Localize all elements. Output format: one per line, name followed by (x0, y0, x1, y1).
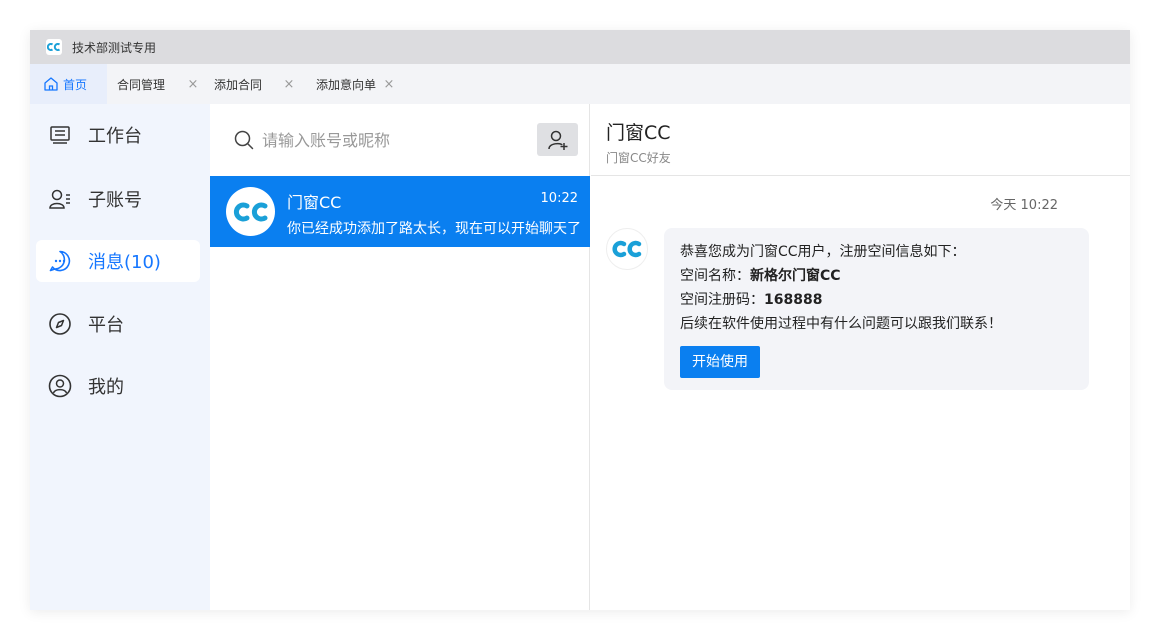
message-bubble: 恭喜您成为门窗CC用户，注册空间信息如下： 空间名称：新格尔门窗CC 空间注册码… (664, 228, 1089, 390)
conversation-name: 门窗CC (287, 193, 342, 212)
chat-subtitle: 门窗CC好友 (606, 151, 671, 165)
tab-label: 合同管理 (117, 77, 166, 92)
add-friend-button[interactable] (537, 123, 578, 156)
conversation-preview: 你已经成功添加了路太长，现在可以开始聊天了 (287, 221, 581, 237)
message-line: 后续在软件使用过程中有什么问题可以跟我们联系！ (680, 316, 1002, 332)
workbench-icon (48, 123, 72, 147)
sidebar-item-workbench[interactable]: 工作台 (36, 114, 200, 156)
sidebar-item-messages[interactable]: 消息(10) (36, 240, 200, 282)
search-input[interactable] (262, 126, 522, 154)
space-code-label: 空间注册码： (680, 292, 764, 308)
home-icon (44, 77, 58, 91)
compass-icon (48, 312, 72, 336)
title-bar: 技术部测试专用 (30, 30, 1130, 64)
conversation-time: 10:22 (540, 191, 578, 206)
message-timestamp: 今天 10:22 (990, 198, 1058, 213)
chat-header: 门窗CC 门窗CC好友 (591, 104, 1130, 176)
message-line: 空间注册码：168888 (680, 288, 1073, 312)
sidebar-item-label: 平台 (88, 315, 124, 336)
sub-account-icon (48, 187, 72, 211)
message-icon (48, 249, 72, 273)
tab-contract-management[interactable]: 合同管理 × (107, 64, 204, 104)
message-line: 恭喜您成为门窗CC用户，注册空间信息如下： (680, 244, 966, 260)
close-icon[interactable]: × (382, 77, 396, 92)
add-user-icon (547, 130, 567, 150)
cc-logo-icon (233, 202, 267, 221)
message-line: 空间名称：新格尔门窗CC (680, 264, 1073, 288)
app-window: 技术部测试专用 首页 合同管理 × 添加合同 × 添加意向单 × 工作台 子账号… (30, 30, 1130, 610)
close-icon[interactable]: × (186, 77, 200, 92)
conversation-list-panel: 门窗CC 10:22 你已经成功添加了路太长，现在可以开始聊天了 (210, 104, 590, 610)
close-icon[interactable]: × (282, 77, 296, 92)
tab-bar: 首页 合同管理 × 添加合同 × 添加意向单 × (30, 64, 1130, 104)
sidebar-item-label: 工作台 (88, 126, 142, 147)
start-using-button[interactable]: 开始使用 (680, 346, 760, 378)
tab-add-contract[interactable]: 添加合同 × (204, 64, 306, 104)
sidebar-item-label: 我的 (88, 377, 124, 398)
space-name-label: 空间名称： (680, 268, 750, 284)
sidebar-item-mine[interactable]: 我的 (36, 365, 200, 407)
tab-label: 添加合同 (214, 77, 263, 92)
search-icon (234, 130, 254, 154)
tab-home[interactable]: 首页 (30, 64, 107, 104)
space-name-value: 新格尔门窗CC (750, 268, 841, 284)
user-icon (48, 374, 72, 398)
avatar (226, 187, 275, 236)
cc-logo-icon (612, 240, 642, 258)
sidebar: 工作台 子账号 消息(10) 平台 我的 (30, 104, 210, 610)
chat-panel: 门窗CC 门窗CC好友 今天 10:22 恭喜您成为门窗CC用户，注册空间信息如… (591, 104, 1130, 610)
app-title: 技术部测试专用 (72, 40, 157, 55)
space-code-value: 168888 (764, 292, 823, 308)
sidebar-item-sub-account[interactable]: 子账号 (36, 178, 200, 220)
cc-logo-icon (47, 43, 61, 51)
avatar (606, 228, 648, 270)
conversation-item[interactable]: 门窗CC 10:22 你已经成功添加了路太长，现在可以开始聊天了 (210, 176, 590, 247)
tab-add-intention-order[interactable]: 添加意向单 × (306, 64, 401, 104)
sidebar-item-platform[interactable]: 平台 (36, 303, 200, 345)
chat-title: 门窗CC (606, 122, 671, 144)
tab-label: 添加意向单 (316, 77, 377, 92)
sidebar-item-label: 子账号 (88, 190, 142, 211)
tab-label: 首页 (63, 77, 88, 92)
app-logo (46, 39, 62, 55)
sidebar-item-label: 消息(10) (88, 252, 161, 273)
